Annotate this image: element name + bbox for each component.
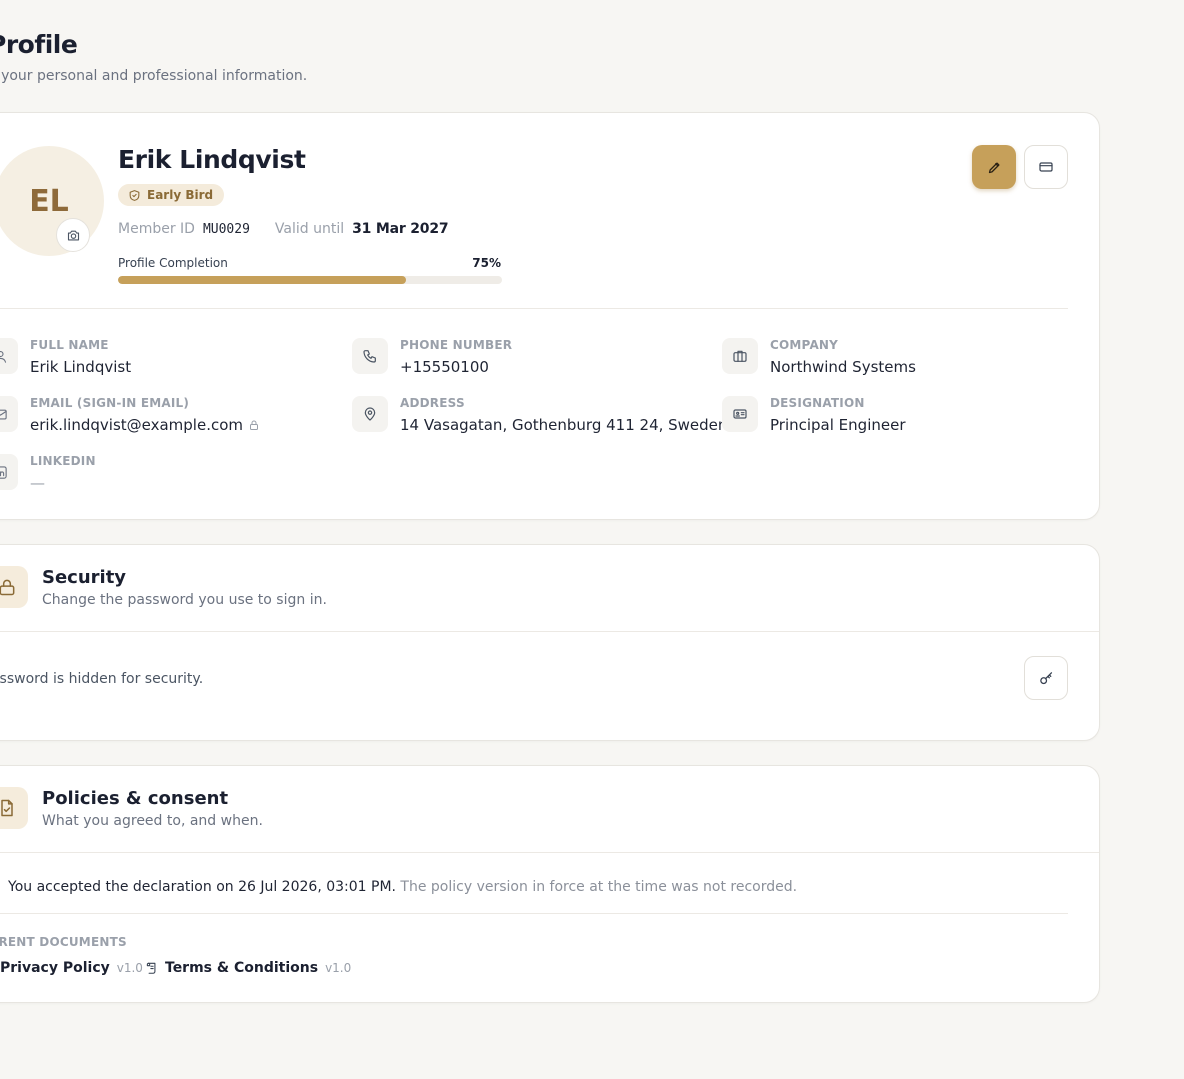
email-value: erik.lindqvist@example.com bbox=[30, 416, 244, 434]
shield-check-icon bbox=[129, 189, 140, 201]
id-card-icon bbox=[722, 396, 758, 432]
section-subtitle: What you agreed to, and when. bbox=[42, 813, 263, 829]
avatar-initials: EL bbox=[29, 183, 69, 219]
full-name-value: Erik Lindqvist bbox=[30, 358, 132, 376]
edit-profile-button[interactable] bbox=[972, 145, 1016, 189]
mail-icon bbox=[0, 396, 18, 432]
key-icon bbox=[1039, 671, 1052, 684]
field-label: FULL NAME bbox=[30, 338, 109, 352]
document-check-icon bbox=[0, 787, 28, 829]
field-value: Principal Engineer bbox=[770, 416, 906, 434]
field-label: PHONE NUMBER bbox=[400, 338, 513, 352]
linkedin-value: — bbox=[30, 474, 45, 492]
field-value: Erik Lindqvist bbox=[30, 358, 131, 376]
member-id: MU0029 bbox=[202, 222, 250, 237]
address-value: 14 Vasagatan, Gothenburg 411 24, Sweden bbox=[400, 416, 728, 434]
documents-label: RRENT DOCUMENTS bbox=[0, 935, 127, 949]
document-link-privacy[interactable]: Privacy Policy v1.0 bbox=[0, 960, 143, 976]
camera-icon bbox=[67, 230, 79, 240]
field-value: erik.lindqvist@example.com bbox=[30, 416, 260, 434]
designation-value: Principal Engineer bbox=[770, 416, 906, 434]
page-header: Profile e your personal and professional… bbox=[0, 30, 307, 84]
document-version: v1.0 bbox=[325, 961, 352, 975]
user-icon bbox=[0, 338, 18, 374]
briefcase-icon bbox=[722, 338, 758, 374]
badge-label: Early Bird bbox=[147, 188, 214, 202]
document-link-terms[interactable]: Terms & Conditions v1.0 bbox=[145, 960, 351, 976]
completion-label: Profile Completion bbox=[118, 256, 228, 270]
field-value: Northwind Systems bbox=[770, 358, 916, 376]
password-hidden-text: ur password is hidden for security. bbox=[0, 671, 204, 687]
field-label: DESIGNATION bbox=[770, 396, 865, 410]
lock-icon bbox=[250, 420, 259, 430]
document-name[interactable]: Terms & Conditions bbox=[165, 960, 318, 976]
valid-until: 31 Mar 2027 bbox=[352, 221, 449, 237]
field-label: COMPANY bbox=[770, 338, 839, 352]
field-label: EMAIL (SIGN-IN EMAIL) bbox=[30, 396, 190, 410]
membership-info: Member ID MU0029 Valid until 31 Mar 2027 bbox=[118, 221, 449, 237]
section-divider bbox=[0, 913, 1068, 914]
page-title: Profile bbox=[0, 30, 78, 59]
security-card: Security Change the password you use to … bbox=[0, 544, 1100, 741]
page-subtitle: e your personal and professional informa… bbox=[0, 68, 308, 84]
lock-icon bbox=[0, 566, 28, 608]
section-subtitle: Change the password you use to sign in. bbox=[42, 592, 327, 608]
valid-until-label: Valid until bbox=[274, 221, 345, 237]
status-badge: Early Bird bbox=[118, 184, 225, 206]
document-name[interactable]: Privacy Policy bbox=[0, 960, 110, 976]
phone-value: +15550100 bbox=[400, 358, 489, 376]
consent-statement: You accepted the declaration on 26 Jul 2… bbox=[8, 879, 797, 895]
pencil-icon bbox=[988, 162, 999, 173]
company-value: Northwind Systems bbox=[770, 358, 916, 376]
change-password-button[interactable] bbox=[1024, 656, 1068, 700]
membership-card-button[interactable] bbox=[1024, 145, 1068, 189]
section-title: Policies & consent bbox=[42, 788, 229, 809]
field-value: +15550100 bbox=[400, 358, 489, 376]
section-divider bbox=[0, 308, 1068, 309]
profile-card: EL Erik Lindqvist Early Bird Member ID M… bbox=[0, 112, 1100, 520]
scroll-icon bbox=[146, 962, 156, 974]
completion-progress-fill bbox=[118, 276, 406, 284]
completion-progress-bar bbox=[118, 276, 502, 284]
section-title: Security bbox=[42, 567, 127, 588]
profile-name: Erik Lindqvist bbox=[118, 145, 306, 174]
linkedin-icon bbox=[0, 454, 18, 490]
field-label: ADDRESS bbox=[400, 396, 465, 410]
field-label: LINKEDIN bbox=[30, 454, 96, 468]
field-value: 14 Vasagatan, Gothenburg 411 24, Sweden bbox=[400, 416, 727, 434]
phone-icon bbox=[352, 338, 388, 374]
section-divider bbox=[0, 631, 1099, 632]
field-value: — bbox=[30, 474, 45, 492]
document-version: v1.0 bbox=[116, 961, 143, 975]
section-divider bbox=[0, 852, 1099, 853]
member-id-label: Member ID bbox=[118, 221, 195, 237]
credit-card-icon bbox=[1039, 162, 1053, 172]
consent-text: You accepted the declaration on 26 Jul 2… bbox=[8, 879, 396, 895]
map-pin-icon bbox=[352, 396, 388, 432]
change-photo-button[interactable] bbox=[56, 218, 90, 252]
completion-percent: 75% bbox=[472, 256, 501, 270]
consent-note: The policy version in force at the time … bbox=[395, 879, 798, 895]
policies-card: Policies & consent What you agreed to, a… bbox=[0, 765, 1100, 1003]
